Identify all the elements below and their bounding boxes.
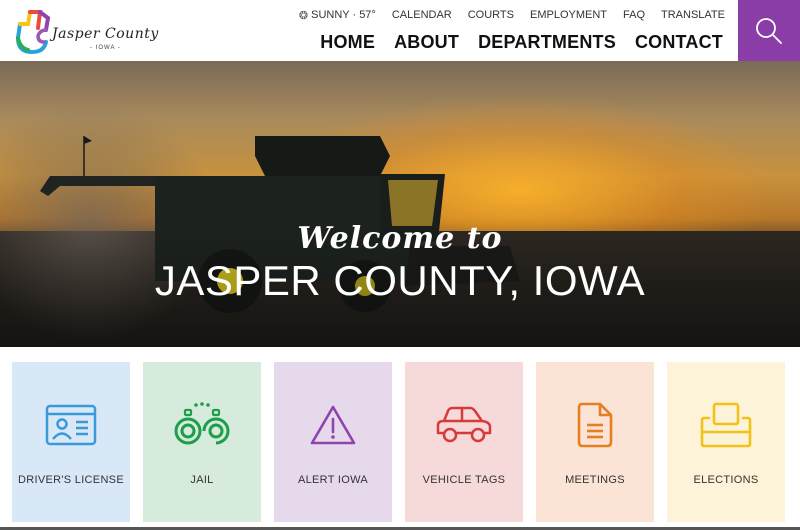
nav-departments[interactable]: DEPARTMENTS — [478, 32, 616, 53]
site-logo[interactable]: Jasper County - IOWA - — [10, 4, 160, 58]
quick-links: DRIVER'S LICENSE JAIL ALERT IOWA VEHICLE… — [0, 347, 800, 530]
utility-link-faq[interactable]: FAQ — [623, 9, 645, 21]
utility-link-courts[interactable]: COURTS — [468, 9, 514, 21]
card-label: ELECTIONS — [693, 474, 759, 486]
card-alert-iowa[interactable]: ALERT IOWA — [274, 362, 392, 522]
sun-icon: ❂ — [298, 9, 309, 22]
hero-welcome: Welcome to — [297, 221, 503, 256]
card-jail[interactable]: JAIL — [143, 362, 261, 522]
nav-contact[interactable]: CONTACT — [635, 32, 723, 53]
utility-link-translate[interactable]: TRANSLATE — [661, 9, 725, 21]
card-label: JAIL — [190, 474, 214, 486]
card-vehicle-tags[interactable]: VEHICLE TAGS — [405, 362, 523, 522]
card-label: ALERT IOWA — [297, 474, 369, 486]
handcuffs-icon — [174, 402, 230, 445]
search-button[interactable] — [738, 0, 800, 61]
ballot-box-icon — [700, 402, 752, 448]
hero-banner: Welcome to JASPER COUNTY, IOWA — [0, 61, 800, 347]
logo-title: Jasper County — [52, 26, 159, 42]
nav-home[interactable]: HOME — [320, 32, 375, 53]
document-icon — [577, 402, 613, 448]
utility-link-employment[interactable]: EMPLOYMENT — [530, 9, 607, 21]
search-icon — [756, 17, 782, 44]
car-icon — [436, 406, 492, 443]
card-label: DRIVER'S LICENSE — [18, 474, 124, 486]
hero-title: JASPER COUNTY, IOWA — [154, 257, 646, 304]
nav-about[interactable]: ABOUT — [394, 32, 459, 53]
utility-link-calendar[interactable]: CALENDAR — [392, 9, 452, 21]
card-label: VEHICLE TAGS — [422, 474, 506, 486]
site-header: Jasper County - IOWA - ❂ SUNNY · 57° CAL… — [0, 0, 800, 61]
warning-icon — [310, 405, 356, 445]
main-nav: HOME ABOUT DEPARTMENTS CONTACT — [301, 31, 723, 53]
id-card-icon — [45, 404, 97, 446]
card-meetings[interactable]: MEETINGS — [536, 362, 654, 522]
weather-widget[interactable]: ❂ SUNNY · 57° — [299, 9, 376, 22]
logo-mark-icon — [15, 10, 51, 55]
utility-nav: ❂ SUNNY · 57° CALENDAR COURTS EMPLOYMENT… — [299, 8, 725, 22]
card-label: MEETINGS — [565, 474, 625, 486]
logo-subtitle: - IOWA - — [90, 45, 121, 51]
card-drivers-license[interactable]: DRIVER'S LICENSE — [12, 362, 130, 522]
weather-text: SUNNY · 57° — [311, 9, 376, 21]
card-elections[interactable]: ELECTIONS — [667, 362, 785, 522]
